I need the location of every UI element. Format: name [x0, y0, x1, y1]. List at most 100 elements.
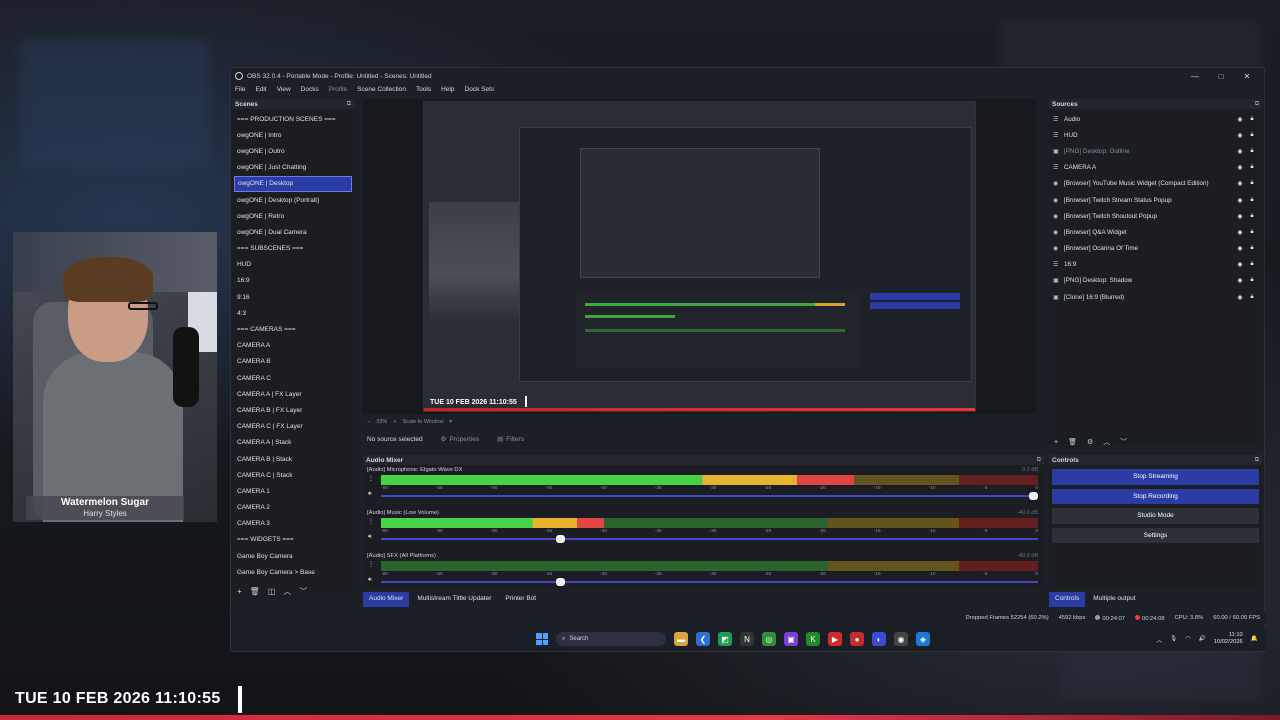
vscode-icon[interactable]: ❮	[696, 632, 710, 646]
scene-item[interactable]: CAMERA 1	[234, 483, 352, 499]
remove-scene-icon[interactable]: 🗑	[250, 587, 260, 596]
move-up-icon[interactable]: ︿	[283, 586, 291, 597]
notification-icon[interactable]: 🔔	[1251, 636, 1258, 642]
maximize-button[interactable]: □	[1208, 72, 1234, 81]
wifi-icon[interactable]: ◠	[1185, 636, 1190, 642]
source-item[interactable]: ☰ CAMERA A ◉ 🔒︎	[1049, 160, 1262, 176]
speaker-icon[interactable]: 🔊︎	[368, 491, 372, 498]
scene-item[interactable]: === SUBSCENES ===	[234, 241, 352, 257]
volume-slider-knob[interactable]	[555, 535, 565, 543]
tab-printer-bot[interactable]: Printer Bot	[499, 592, 542, 607]
source-item[interactable]: ☰ Audio ◉ 🔒︎	[1049, 111, 1262, 127]
menu-help[interactable]: Help	[441, 86, 454, 93]
remove-source-icon[interactable]: 🗑	[1068, 438, 1077, 446]
source-item[interactable]: ▣ [PNG] Desktop: Shadow ◉ 🔒︎	[1049, 273, 1262, 289]
scene-item[interactable]: 4:3	[234, 305, 352, 321]
notion-icon[interactable]: N	[740, 632, 754, 646]
kick-icon[interactable]: K	[806, 632, 820, 646]
volume-slider[interactable]	[381, 578, 1038, 586]
scene-item[interactable]: CAMERA A	[234, 338, 352, 354]
tab-multiple-output[interactable]: Multiple output	[1087, 592, 1141, 607]
scene-item[interactable]: 9:16	[234, 289, 352, 305]
add-scene-button[interactable]: +	[237, 587, 242, 596]
minimize-button[interactable]: —	[1182, 72, 1208, 81]
scene-item[interactable]: Game Boy Camera > Base	[234, 564, 352, 580]
lock-icon[interactable]: 🔒︎	[1246, 180, 1258, 187]
scale-mode-select[interactable]: Scale to Window	[402, 419, 443, 425]
source-item[interactable]: ▣ [PNG] Desktop: Outline ◉ 🔒︎	[1049, 143, 1262, 159]
scene-item[interactable]: CAMERA C	[234, 370, 352, 386]
visibility-eye-icon[interactable]: ◉	[1234, 148, 1246, 155]
lock-icon[interactable]: 🔒︎	[1246, 213, 1258, 220]
scene-item[interactable]: HUD	[234, 257, 352, 273]
source-item[interactable]: ☰ 16:9 ◉ 🔒︎	[1049, 257, 1262, 273]
volume-slider-knob[interactable]	[555, 578, 565, 586]
source-item[interactable]: ◉ [Browser] Twitch Shoutout Popup ◉ 🔒︎	[1049, 208, 1262, 224]
scene-item[interactable]: owgONE | Just Chatting	[234, 160, 352, 176]
scene-item[interactable]: === PRODUCTION SCENES ===	[234, 111, 352, 127]
studio-mode-button[interactable]: Studio Mode	[1052, 508, 1259, 524]
add-source-button[interactable]: +	[1054, 439, 1058, 446]
lock-icon[interactable]: 🔒︎	[1246, 229, 1258, 236]
source-item[interactable]: ☰ HUD ◉ 🔒︎	[1049, 127, 1262, 143]
visibility-eye-icon[interactable]: ◉	[1234, 294, 1246, 301]
scene-item[interactable]: owgONE | Dual Camera	[234, 224, 352, 240]
menu-edit[interactable]: Edit	[255, 86, 266, 93]
menu-docks[interactable]: Docks	[301, 86, 319, 93]
menu-profile[interactable]: Profile	[329, 86, 347, 93]
lock-icon[interactable]: 🔒︎	[1246, 197, 1258, 204]
lock-icon[interactable]: 🔒︎	[1246, 116, 1258, 123]
speaker-icon[interactable]: 🔊︎	[368, 577, 372, 584]
tab-audio-mixer[interactable]: Audio Mixer	[363, 592, 410, 607]
menu-file[interactable]: File	[235, 86, 245, 93]
channel-menu-icon[interactable]: ⋮	[368, 518, 374, 525]
visibility-eye-icon[interactable]: ◉	[1234, 277, 1246, 284]
scene-item[interactable]: CAMERA B | FX Layer	[234, 402, 352, 418]
scene-item[interactable]: CAMERA A | Stack	[234, 435, 352, 451]
visibility-eye-icon[interactable]: ◉	[1234, 116, 1246, 123]
visibility-eye-icon[interactable]: ◉	[1234, 245, 1246, 252]
youtube-music-icon[interactable]: ●	[850, 632, 864, 646]
visibility-eye-icon[interactable]: ◉	[1234, 197, 1246, 204]
volume-slider-knob[interactable]	[1029, 492, 1038, 500]
chevron-down-icon[interactable]: ▾	[449, 419, 452, 425]
scene-item[interactable]: owgONE | Desktop	[234, 175, 352, 192]
scene-item[interactable]: 16:9	[234, 273, 352, 289]
taskbar-clock[interactable]: 11:10 10/02/2026	[1214, 632, 1243, 646]
lock-icon[interactable]: 🔒︎	[1246, 148, 1258, 155]
scene-item[interactable]: owgONE | Desktop (Portrait)	[234, 192, 352, 208]
scene-item[interactable]: CAMERA B	[234, 354, 352, 370]
dock-float-icon[interactable]: ⧉	[347, 101, 351, 108]
microphone-icon[interactable]: 🎙	[1170, 636, 1177, 642]
scene-item[interactable]: CAMERA C | Stack	[234, 467, 352, 483]
twitch-icon[interactable]: ▣	[784, 632, 798, 646]
chrome-icon[interactable]: ◎	[762, 632, 776, 646]
scene-filters-icon[interactable]: ◫	[268, 587, 276, 596]
menu-scene-collection[interactable]: Scene Collection	[357, 86, 406, 93]
lock-icon[interactable]: 🔒︎	[1246, 261, 1258, 268]
preview-canvas[interactable]: TUE 10 FEB 2026 11:10:55	[423, 101, 976, 412]
scene-item[interactable]: CAMERA 2	[234, 500, 352, 516]
preview-area[interactable]: TUE 10 FEB 2026 11:10:55	[363, 99, 1036, 414]
close-button[interactable]: ✕	[1234, 72, 1260, 81]
source-item[interactable]: ▣ [Clone] 16:9 (Blurred) ◉ 🔒︎	[1049, 289, 1262, 305]
source-item[interactable]: ◉ [Browser] YouTube Music Widget (Compact…	[1049, 176, 1262, 192]
channel-menu-icon[interactable]: ⋮	[368, 475, 374, 482]
channel-menu-icon[interactable]: ⋮	[368, 561, 374, 568]
file-explorer-icon[interactable]: ▬	[674, 632, 688, 646]
settings-button[interactable]: Settings	[1052, 527, 1259, 543]
stop-streaming-button[interactable]: Stop Streaming	[1052, 469, 1259, 485]
scene-item[interactable]: owgONE | Intro	[234, 127, 352, 143]
menu-dock-sets[interactable]: Dock Sets	[465, 86, 495, 93]
windows-start-icon[interactable]	[536, 633, 548, 645]
zoom-up-icon[interactable]: +	[393, 419, 396, 425]
tray-expand-icon[interactable]: ︿	[1156, 635, 1162, 644]
visibility-eye-icon[interactable]: ◉	[1234, 180, 1246, 187]
lock-icon[interactable]: 🔒︎	[1246, 294, 1258, 301]
tab-controls[interactable]: Controls	[1049, 592, 1086, 607]
visibility-eye-icon[interactable]: ◉	[1234, 164, 1246, 171]
dock-float-icon[interactable]: ⧉	[1255, 457, 1259, 464]
lock-icon[interactable]: 🔒︎	[1246, 164, 1258, 171]
scene-item[interactable]: CAMERA 3	[234, 516, 352, 532]
menu-view[interactable]: View	[277, 86, 291, 93]
